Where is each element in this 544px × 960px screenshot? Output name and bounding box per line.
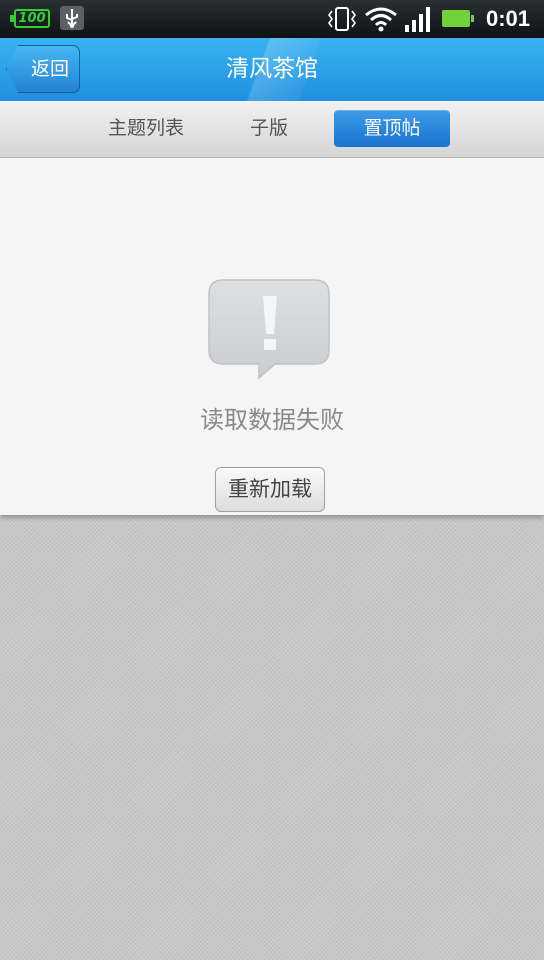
status-bar: 100 0:01 xyxy=(0,0,544,38)
vibrate-icon xyxy=(328,7,356,31)
reload-button[interactable]: 重新加载 xyxy=(215,467,325,512)
tab-strip: 主题列表 子版 置顶帖 xyxy=(0,101,544,158)
signal-icon xyxy=(405,7,430,32)
alert-bubble-icon xyxy=(208,279,330,380)
tab-topic-list[interactable]: 主题列表 xyxy=(96,110,196,147)
usb-icon xyxy=(60,6,84,30)
battery-icon: 100 xyxy=(10,9,50,28)
battery-level: 100 xyxy=(18,11,46,26)
tab-sticky-posts[interactable]: 置顶帖 xyxy=(334,110,450,147)
tab-subforum[interactable]: 子版 xyxy=(238,110,300,147)
title-bar: 返回 清风茶馆 xyxy=(0,38,544,101)
content-panel: 读取数据失败 重新加载 xyxy=(0,158,544,515)
error-message: 读取数据失败 xyxy=(200,406,344,434)
wifi-icon xyxy=(365,7,397,32)
page-title: 清风茶馆 xyxy=(226,56,318,82)
battery-full-icon xyxy=(442,10,474,27)
clock: 0:01 xyxy=(485,6,530,31)
